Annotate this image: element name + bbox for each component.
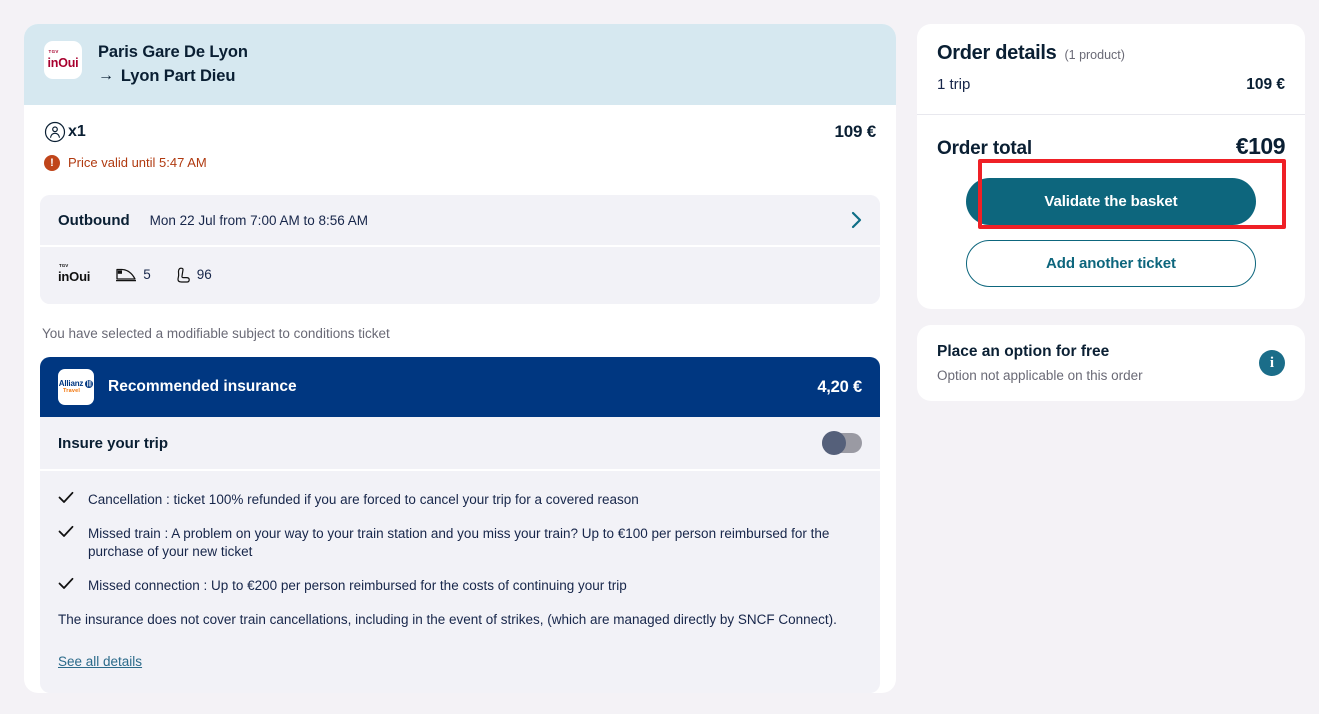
order-details-header: Order details (1 product) [937, 42, 1285, 65]
benefit-item: Missed connection : Up to €200 per perso… [58, 577, 862, 595]
benefit-text: Cancellation : ticket 100% refunded if y… [88, 492, 639, 507]
insurance-toggle-row[interactable]: Insure your trip [40, 417, 880, 471]
arrow-right-icon: → [98, 67, 114, 84]
leg-inoui-wordmark: inOui [58, 269, 91, 284]
trip-price: 109 € [834, 122, 876, 141]
place-option-subtitle: Option not applicable on this order [937, 368, 1143, 383]
insurance-price: 4,20 € [817, 377, 862, 396]
allianz-wordmark: Allianz [58, 379, 84, 388]
see-all-details-link[interactable]: See all details [58, 654, 142, 669]
info-icon[interactable]: i [1259, 350, 1285, 376]
leg-direction-label: Outbound [58, 211, 130, 229]
allianz-travel-logo-icon: Allianz ||| Travel [58, 369, 94, 405]
insurance-benefits: Cancellation : ticket 100% refunded if y… [40, 471, 880, 693]
benefit-text: Missed train : A problem on your way to … [88, 526, 830, 559]
order-card: Order details (1 product) 1 trip 109 € O… [917, 24, 1305, 309]
outbound-leg-block: Outbound Mon 22 Jul from 7:00 AM to 8:56… [40, 195, 880, 304]
basket-page: TGV inOui Paris Gare De Lyon → Lyon Part… [0, 0, 1319, 714]
toggle-knob [822, 431, 846, 455]
allianz-logo-top: Allianz ||| [58, 379, 94, 388]
order-details-product-count: (1 product) [1064, 48, 1125, 62]
trip-destination-row: → Lyon Part Dieu [98, 65, 248, 87]
trip-card: TGV inOui Paris Gare De Lyon → Lyon Part… [24, 24, 896, 693]
seat-number-value: 96 [196, 267, 212, 282]
price-validity-text: Price valid until 5:47 AM [68, 155, 207, 170]
order-details-section: Order details (1 product) 1 trip 109 € [917, 24, 1305, 115]
benefit-text: Missed connection : Up to €200 per perso… [88, 578, 627, 593]
place-option-title: Place an option for free [937, 343, 1110, 360]
trip-route: Paris Gare De Lyon → Lyon Part Dieu [98, 40, 248, 87]
price-validity-warning: ! Price valid until 5:47 AM [24, 147, 896, 171]
train-number-value: 5 [143, 267, 151, 282]
tgv-superscript: TGV [48, 48, 59, 54]
seat-number-item: 96 [177, 267, 212, 283]
passenger-group: x1 [44, 121, 86, 143]
order-line-amount: 109 € [1246, 76, 1285, 93]
tgv-inoui-logo-icon: TGV inOui [44, 41, 82, 79]
train-nose-icon [116, 268, 137, 282]
insurance-block: Allianz ||| Travel Recommended insurance… [40, 357, 880, 693]
insurance-toggle-label: Insure your trip [58, 434, 169, 452]
leg-train-brand-icon: TGV inOui [58, 263, 90, 286]
insure-trip-toggle[interactable] [822, 431, 862, 455]
place-option-card: Place an option for free Option not appl… [917, 325, 1305, 401]
leg-meta-row: TGV inOui 5 96 [40, 247, 880, 304]
insurance-banner: Allianz ||| Travel Recommended insurance… [40, 357, 880, 417]
insurance-title: Recommended insurance [108, 378, 297, 395]
outbound-leg-row[interactable]: Outbound Mon 22 Jul from 7:00 AM to 8:56… [40, 195, 880, 245]
insurance-disclaimer: The insurance does not cover train cance… [58, 612, 837, 627]
order-total-row: Order total €109 [937, 133, 1286, 160]
benefit-item: Cancellation : ticket 100% refunded if y… [58, 491, 862, 509]
check-icon [58, 525, 74, 538]
alert-circle-icon: ! [44, 155, 60, 171]
check-icon [58, 577, 74, 590]
trip-destination: Lyon Part Dieu [120, 67, 236, 85]
check-icon [58, 491, 74, 504]
trip-header: TGV inOui Paris Gare De Lyon → Lyon Part… [24, 24, 896, 105]
allianz-emblem-icon: ||| [85, 379, 94, 388]
ticket-conditions-note: You have selected a modifiable subject t… [42, 326, 390, 341]
order-line-item: 1 trip 109 € [937, 76, 1285, 94]
chevron-right-icon[interactable] [851, 211, 862, 229]
validate-basket-button[interactable]: Validate the basket [966, 178, 1256, 225]
place-option-text: Place an option for free Option not appl… [937, 343, 1143, 383]
order-total-amount: €109 [1235, 133, 1286, 159]
passenger-count: x1 [68, 123, 86, 140]
add-another-ticket-button[interactable]: Add another ticket [966, 240, 1256, 287]
trip-origin: Paris Gare De Lyon [98, 43, 248, 61]
cta-wrapper: Validate the basket Add another ticket [937, 159, 1286, 287]
order-total-label: Order total [937, 138, 1032, 159]
leg-tgv-superscript: TGV [59, 263, 69, 268]
passenger-price-row: x1 109 € [24, 105, 896, 147]
order-total-section: Order total €109 Validate the basket Add… [917, 115, 1305, 309]
seat-icon [177, 267, 190, 283]
benefit-item: Missed train : A problem on your way to … [58, 525, 862, 561]
leg-schedule: Mon 22 Jul from 7:00 AM to 8:56 AM [149, 212, 369, 228]
order-details-title: Order details [937, 42, 1057, 64]
order-line-label: 1 trip [937, 76, 971, 93]
train-number-item: 5 [116, 267, 151, 282]
inoui-wordmark: inOui [47, 55, 79, 70]
person-icon [44, 121, 66, 143]
order-summary-column: Order details (1 product) 1 trip 109 € O… [917, 24, 1305, 401]
allianz-travel-sub: Travel [63, 388, 81, 394]
